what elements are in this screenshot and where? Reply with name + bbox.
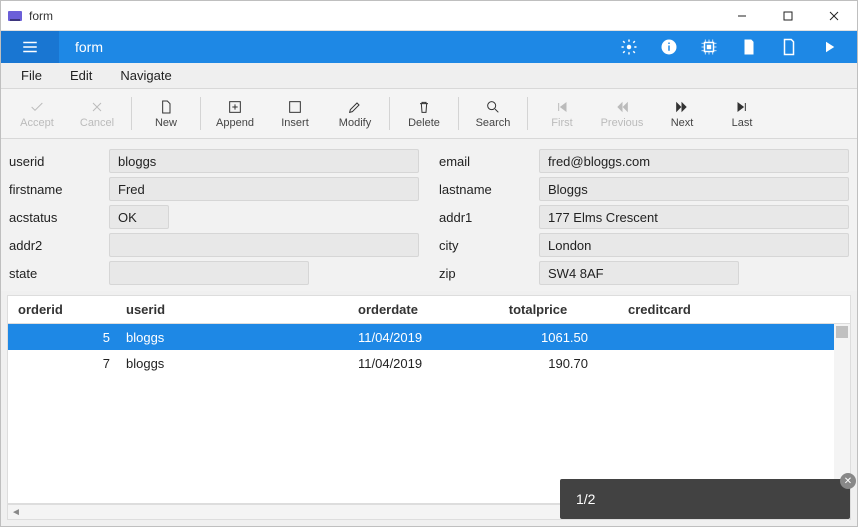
- record-indicator-toast: 1/2 ✕: [560, 479, 850, 519]
- label-firstname: firstname: [9, 182, 109, 197]
- append-button[interactable]: Append: [205, 89, 265, 138]
- insert-label: Insert: [281, 117, 309, 129]
- app-bar-title: form: [59, 39, 611, 55]
- first-button: First: [532, 89, 592, 138]
- firstname-field[interactable]: [109, 177, 419, 201]
- addr1-field[interactable]: [539, 205, 849, 229]
- play-icon[interactable]: [811, 31, 847, 63]
- label-zip: zip: [439, 266, 539, 281]
- close-button[interactable]: [811, 1, 857, 30]
- cancel-button: Cancel: [67, 89, 127, 138]
- lastname-field[interactable]: [539, 177, 849, 201]
- cell-orderdate: 11/04/2019: [358, 330, 468, 345]
- next-button[interactable]: Next: [652, 89, 712, 138]
- orders-grid: orderid userid orderdate totalprice cred…: [7, 295, 851, 504]
- maximize-button[interactable]: [765, 1, 811, 30]
- cell-orderid: 7: [8, 356, 118, 371]
- userid-field[interactable]: [109, 149, 419, 173]
- form-area: userid email firstname lastname acstatus…: [1, 139, 857, 291]
- info-icon[interactable]: [651, 31, 687, 63]
- toolbar: Accept Cancel New Append Insert Modify D…: [1, 89, 857, 139]
- email-field[interactable]: [539, 149, 849, 173]
- header-userid[interactable]: userid: [118, 302, 358, 317]
- title-bar: form: [1, 1, 857, 31]
- menu-bar: File Edit Navigate: [1, 63, 857, 89]
- accept-label: Accept: [20, 117, 54, 129]
- menu-file[interactable]: File: [9, 64, 54, 87]
- label-state: state: [9, 266, 109, 281]
- accept-button: Accept: [7, 89, 67, 138]
- cell-totalprice: 1061.50: [468, 330, 608, 345]
- document-outline-icon[interactable]: [771, 31, 807, 63]
- zip-field[interactable]: [539, 261, 739, 285]
- header-orderid[interactable]: orderid: [8, 302, 118, 317]
- addr2-field[interactable]: [109, 233, 419, 257]
- application-window: form form File Edit Navigate Accept C: [0, 0, 858, 527]
- acstatus-field[interactable]: [109, 205, 169, 229]
- modify-label: Modify: [339, 117, 371, 129]
- menu-edit[interactable]: Edit: [58, 64, 104, 87]
- search-label: Search: [476, 117, 511, 129]
- scroll-left-arrow-icon[interactable]: ◄: [8, 505, 24, 519]
- header-orderdate[interactable]: orderdate: [358, 302, 468, 317]
- label-addr2: addr2: [9, 238, 109, 253]
- grid-body: 5 bloggs 11/04/2019 1061.50 7 bloggs 11/…: [8, 324, 850, 503]
- delete-button[interactable]: Delete: [394, 89, 454, 138]
- header-totalprice[interactable]: totalprice: [468, 302, 608, 317]
- next-label: Next: [671, 117, 694, 129]
- label-acstatus: acstatus: [9, 210, 109, 225]
- label-lastname: lastname: [439, 182, 539, 197]
- cell-userid: bloggs: [118, 330, 358, 345]
- cpu-icon[interactable]: [691, 31, 727, 63]
- cell-totalprice: 190.70: [468, 356, 608, 371]
- cell-userid: bloggs: [118, 356, 358, 371]
- last-button[interactable]: Last: [712, 89, 772, 138]
- delete-label: Delete: [408, 117, 440, 129]
- app-bar-actions: [611, 31, 847, 63]
- first-label: First: [551, 117, 572, 129]
- toast-close-icon[interactable]: ✕: [840, 473, 856, 489]
- previous-button: Previous: [592, 89, 652, 138]
- scrollbar-thumb[interactable]: [836, 326, 848, 338]
- app-icon: [7, 8, 23, 24]
- app-bar: form: [1, 31, 857, 63]
- label-userid: userid: [9, 154, 109, 169]
- search-button[interactable]: Search: [463, 89, 523, 138]
- document-icon[interactable]: [731, 31, 767, 63]
- state-field[interactable]: [109, 261, 309, 285]
- window-title: form: [29, 9, 719, 23]
- city-field[interactable]: [539, 233, 849, 257]
- table-row[interactable]: 7 bloggs 11/04/2019 190.70: [8, 350, 850, 376]
- new-label: New: [155, 117, 177, 129]
- append-label: Append: [216, 117, 254, 129]
- label-addr1: addr1: [439, 210, 539, 225]
- modify-button[interactable]: Modify: [325, 89, 385, 138]
- window-controls: [719, 1, 857, 30]
- label-city: city: [439, 238, 539, 253]
- previous-label: Previous: [601, 117, 644, 129]
- header-creditcard[interactable]: creditcard: [608, 302, 850, 317]
- insert-button[interactable]: Insert: [265, 89, 325, 138]
- menu-navigate[interactable]: Navigate: [108, 64, 183, 87]
- cell-orderdate: 11/04/2019: [358, 356, 468, 371]
- cancel-label: Cancel: [80, 117, 114, 129]
- hamburger-menu-button[interactable]: [1, 31, 59, 63]
- minimize-button[interactable]: [719, 1, 765, 30]
- cell-orderid: 5: [8, 330, 118, 345]
- label-email: email: [439, 154, 539, 169]
- gear-icon[interactable]: [611, 31, 647, 63]
- new-button[interactable]: New: [136, 89, 196, 138]
- last-label: Last: [732, 117, 753, 129]
- record-indicator-text: 1/2: [576, 491, 595, 507]
- table-row[interactable]: 5 bloggs 11/04/2019 1061.50: [8, 324, 850, 350]
- grid-header: orderid userid orderdate totalprice cred…: [8, 296, 850, 324]
